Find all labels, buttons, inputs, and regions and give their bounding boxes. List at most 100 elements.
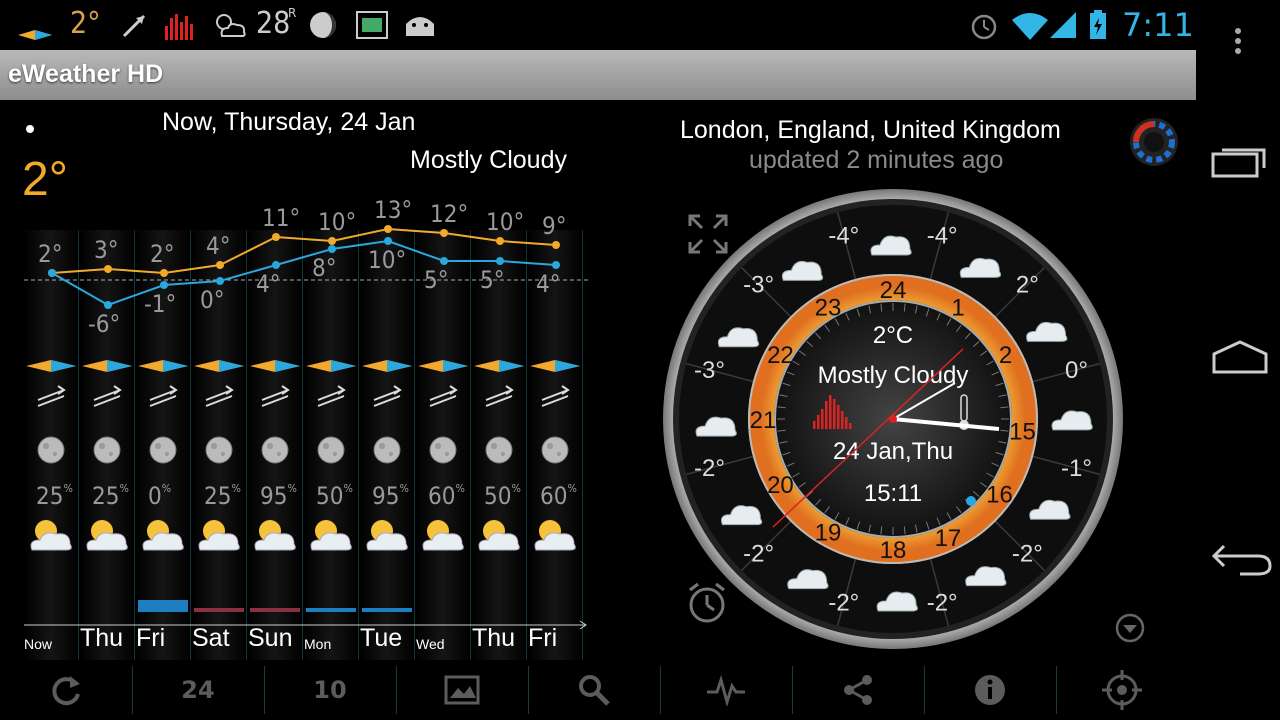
current-temp: 2° [22,153,68,206]
weather-condition-icon [310,520,352,551]
dial-temp: 2°C [873,322,913,349]
wifi-icon [1012,13,1048,40]
wind-moon-cell [418,360,468,464]
weather-condition-icon [478,520,520,551]
dial-hour-temp: -3° [743,272,774,299]
high-temp-label: 2° [150,240,175,268]
high-temp-point [160,269,168,277]
high-temp-point [216,261,224,269]
dial-sunset-marker [966,496,976,506]
dial-rain-bar [833,399,836,429]
low-temp-point [272,261,280,269]
low-temp-point [104,301,112,309]
action-bar: eWeather HD [0,50,1196,100]
low-temp-label: 8° [312,254,337,282]
fullscreen-icon[interactable] [686,212,730,256]
low-temp-point [216,277,224,285]
high-temp-label: 11° [262,204,301,232]
pulse-icon [707,674,745,706]
low-temp-label: 4° [536,270,561,298]
dial-hour-label: 16 [986,482,1013,509]
android-icon [406,17,434,36]
day-label: Wed [416,636,445,652]
high-temp-point [328,237,336,245]
weather-condition-icon [86,520,128,551]
weather-condition-icon [366,520,408,551]
share-button[interactable] [792,660,924,720]
wind-moon-cell [362,360,412,464]
activity-button[interactable] [660,660,792,720]
condition-text: Mostly Cloudy [410,146,567,174]
overflow-menu-icon[interactable] [1228,26,1248,58]
low-temp-point [552,261,560,269]
precip-bar [306,608,356,612]
dial-hour-label: 23 [815,294,842,321]
dial-hour-temp: -2° [927,590,958,617]
wind-moon-cell [250,360,300,464]
dial-hour-label: 1 [951,294,964,321]
high-temp-label: 10° [318,208,357,236]
dial-hour-label: 17 [935,525,962,552]
location-name[interactable]: London, England, United Kingdom [680,116,1061,145]
info-icon [975,675,1005,705]
low-temp-point [160,281,168,289]
settings-gear-icon[interactable] [1126,114,1182,170]
high-temp-label: 9° [542,212,567,240]
precip-bar [250,608,300,612]
low-temp-label: -6° [88,310,121,338]
recent-apps-icon[interactable] [1210,140,1270,180]
precip-percent: 25% [92,482,129,510]
wind-moon-cell [306,360,356,464]
time-axis [24,620,587,630]
dial-rain-bar [841,411,844,429]
wind-moon-cell [82,360,132,464]
dial-date: 24 Jan,Thu [833,438,953,465]
dropdown-chevron-icon[interactable] [1114,612,1146,644]
weather-condition-icon [422,520,464,551]
wind-compass-icon [18,30,52,40]
hourly-24-button[interactable]: 24 [132,660,264,720]
dial-hour-label: 21 [750,407,777,434]
dial-rain-bar [829,395,832,429]
low-temp-point [328,245,336,253]
high-temp-point [496,237,504,245]
high-temp-label: 4° [206,232,231,260]
high-temp-label: 10° [486,208,525,236]
low-temp-label: 5° [480,266,505,294]
ten-day-button[interactable]: 10 [264,660,396,720]
rain-bars-icon [165,14,193,40]
refresh-button[interactable] [0,660,132,720]
info-button[interactable] [924,660,1056,720]
dial-rain-bar [813,421,816,429]
dial-hour-temp: -4° [828,222,859,249]
precip-bar [194,608,244,612]
high-temp-point [552,241,560,249]
wind-moon-cell [530,360,580,464]
high-temp-label: 12° [430,200,469,228]
status-temp: 2° [70,6,101,41]
high-temp-label: 3° [94,236,119,264]
back-icon[interactable] [1210,536,1274,576]
dial-hour-label: 2 [999,342,1012,369]
ten-day-label: 10 [313,676,347,704]
home-icon[interactable] [1210,338,1270,378]
high-temp-label: 13° [374,196,413,224]
dial-time: 15:11 [864,480,922,507]
refresh-icon [52,676,80,706]
alarm-clock-icon[interactable] [684,580,730,626]
high-temp-point [384,225,392,233]
dial-hour-temp: -3° [694,357,725,384]
low-temp-point [384,237,392,245]
dial-hour-label: 19 [815,520,842,547]
map-button[interactable] [396,660,528,720]
dial-rain-bar [821,409,824,429]
partly-cloudy-icon [216,14,246,37]
alarm-icon [971,14,997,40]
day-label: Mon [304,636,332,652]
bottom-toolbar: 24 10 [0,660,1196,720]
dial-hour-label: 22 [767,342,794,369]
dial-hour-label: 20 [767,472,794,499]
dial-rain-bar [849,423,852,429]
search-button[interactable] [528,660,660,720]
locations-button[interactable] [1056,660,1188,720]
